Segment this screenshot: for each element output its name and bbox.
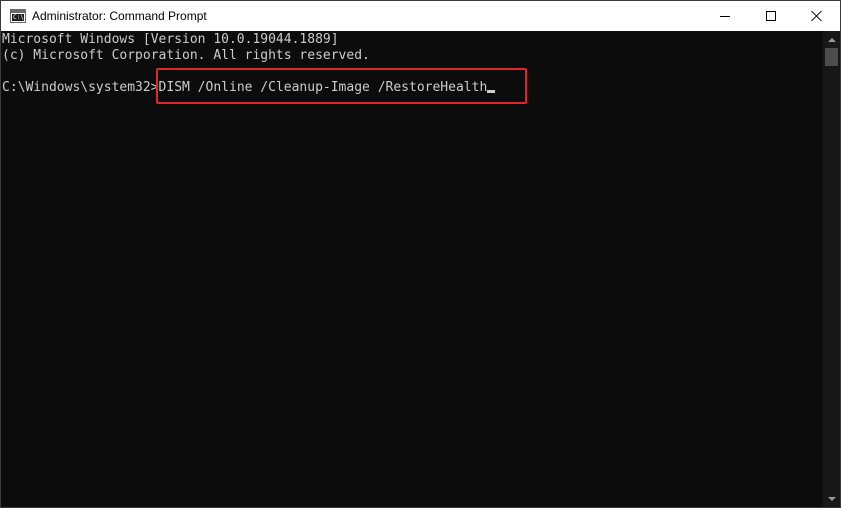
- window-title: Administrator: Command Prompt: [32, 9, 207, 23]
- console-line-version: Microsoft Windows [Version 10.0.19044.18…: [2, 32, 339, 47]
- cmd-icon-bar: [11, 10, 25, 13]
- cmd-icon-screen: C:\: [12, 14, 24, 21]
- arrow-up-icon: [827, 37, 836, 42]
- prompt-path: C:\Windows\system32>: [2, 80, 159, 95]
- scroll-down-button[interactable]: [823, 490, 840, 507]
- cmd-icon[interactable]: C:\: [10, 9, 26, 23]
- title-bar[interactable]: C:\ Administrator: Command Prompt: [1, 1, 840, 31]
- close-icon: [811, 10, 823, 22]
- arrow-down-icon: [827, 496, 836, 501]
- maximize-button[interactable]: [748, 1, 794, 31]
- scroll-thumb[interactable]: [825, 48, 838, 66]
- close-button[interactable]: [794, 1, 840, 31]
- minimize-button[interactable]: [702, 1, 748, 31]
- console-line-copyright: (c) Microsoft Corporation. All rights re…: [2, 48, 370, 63]
- command-highlight-box: [156, 68, 527, 104]
- minimize-icon: [720, 15, 730, 17]
- command-prompt-window: C:\ Administrator: Command Prompt Micros…: [0, 0, 841, 508]
- maximize-icon: [766, 11, 776, 21]
- scroll-up-button[interactable]: [823, 31, 840, 48]
- vertical-scrollbar[interactable]: [823, 31, 840, 507]
